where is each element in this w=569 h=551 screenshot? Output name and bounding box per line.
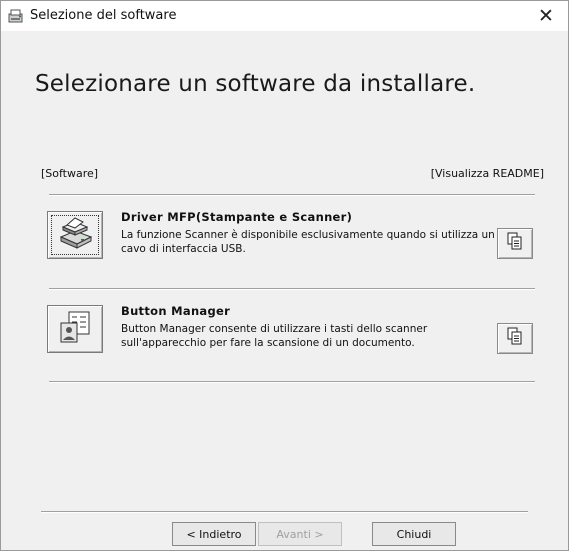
readme-driver-mfp-button[interactable] <box>497 228 533 259</box>
footer-divider <box>41 511 528 513</box>
divider <box>49 381 535 383</box>
readme-column-header: [Visualizza README] <box>430 167 544 180</box>
window-title: Selezione del software <box>30 8 177 23</box>
next-button[interactable]: Avanti > <box>258 522 342 546</box>
divider <box>49 288 535 290</box>
back-button[interactable]: < Indietro <box>172 522 256 546</box>
readme-button-manager-button[interactable] <box>497 323 533 354</box>
button-manager-icon <box>57 309 93 350</box>
installer-icon <box>7 7 25 25</box>
item-title-driver-mfp: Driver MFP(Stampante e Scanner) <box>121 210 353 224</box>
divider <box>49 194 535 196</box>
close-button[interactable]: Chiudi <box>372 522 456 546</box>
item-description-driver-mfp: La funzione Scanner è disponibile esclus… <box>121 229 495 255</box>
item-description-button-manager: Button Manager consente di utilizzare i … <box>121 323 428 349</box>
title-bar: Selezione del software ✕ <box>1 1 568 31</box>
printer-scanner-icon <box>55 215 95 256</box>
document-copy-icon <box>507 327 523 350</box>
document-copy-icon <box>507 232 523 255</box>
close-icon: ✕ <box>538 5 554 27</box>
item-title-button-manager: Button Manager <box>121 304 231 318</box>
install-driver-mfp-button[interactable] <box>47 211 103 259</box>
close-window-button[interactable]: ✕ <box>524 1 568 31</box>
install-button-manager-button[interactable] <box>47 305 103 353</box>
page-title: Selezionare un software da installare. <box>35 71 476 97</box>
installer-window: Selezione del software ✕ Selezionare un … <box>0 0 569 551</box>
software-column-header: [Software] <box>41 167 99 180</box>
